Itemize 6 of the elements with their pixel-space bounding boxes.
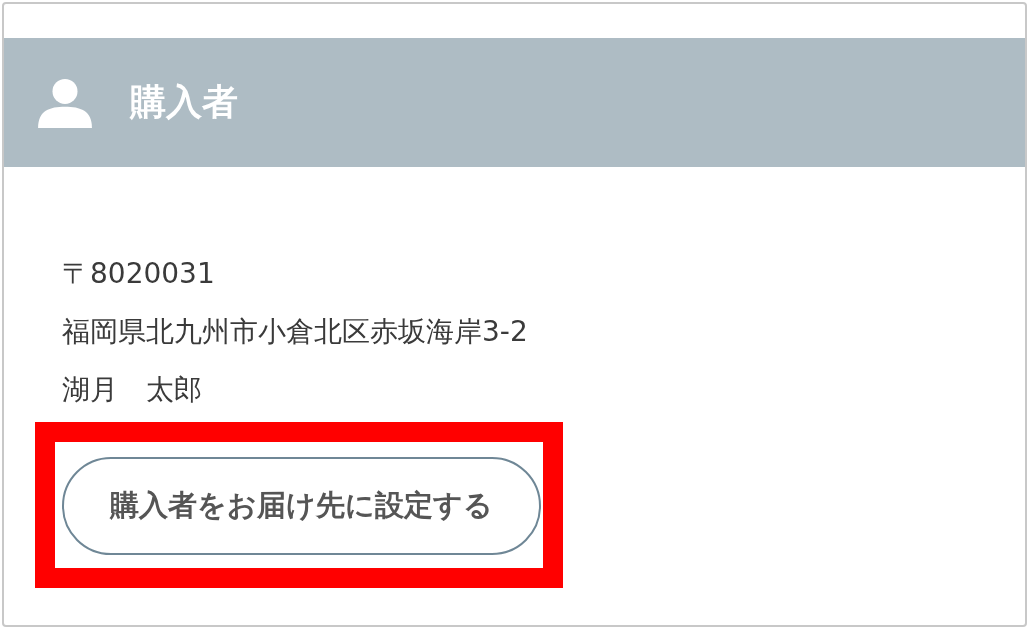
person-icon xyxy=(36,77,94,128)
address-text: 福岡県北九州市小倉北区赤坂海岸3-2 xyxy=(62,314,529,350)
buyer-name: 湖月 太郎 xyxy=(62,372,203,408)
postal-code: 〒8020031 xyxy=(62,256,216,292)
set-as-delivery-button[interactable]: 購入者をお届け先に設定する xyxy=(62,457,541,555)
section-title: 購入者 xyxy=(130,80,238,124)
